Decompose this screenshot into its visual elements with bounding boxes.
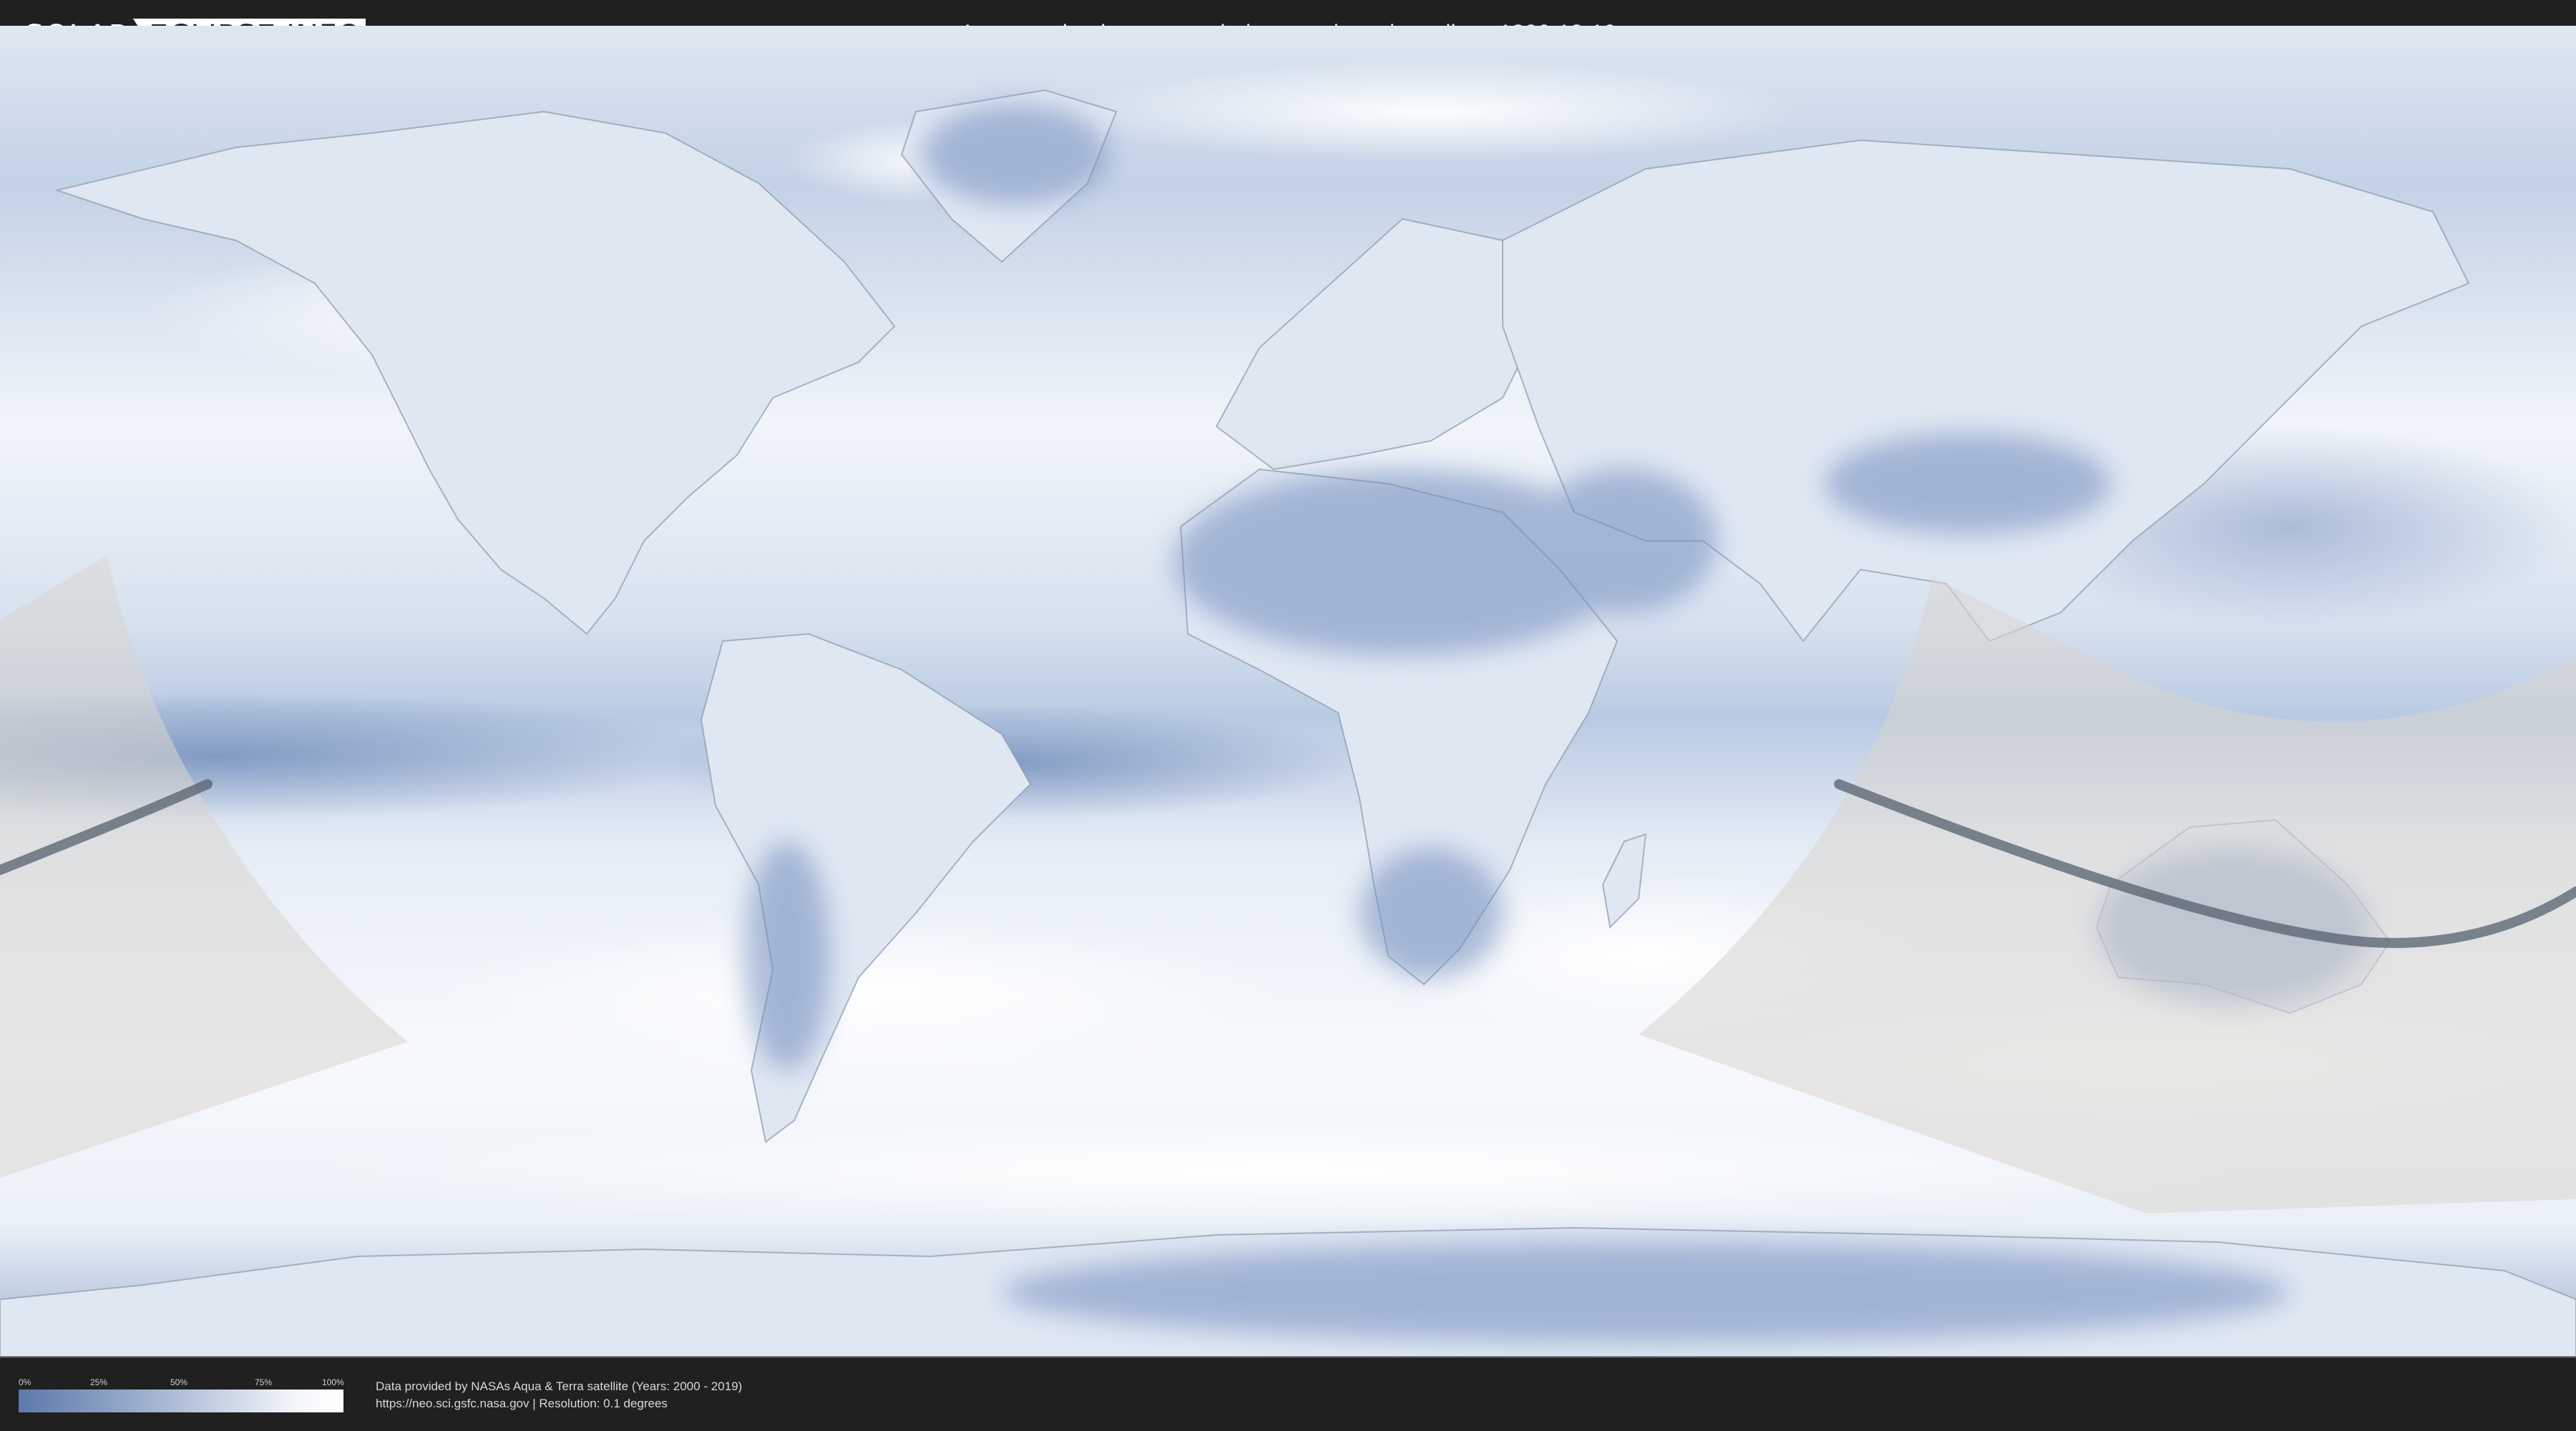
antarctica-low-cloud bbox=[1002, 1242, 2290, 1342]
legend-tick-75: 75% bbox=[255, 1377, 273, 1387]
credits-line-2: https://neo.sci.gsfc.nasa.gov | Resoluti… bbox=[376, 1397, 668, 1410]
tibet-low-cloud bbox=[1825, 434, 2111, 534]
cloud-coverage-legend-bar bbox=[19, 1390, 343, 1412]
arabia-low-cloud bbox=[1531, 469, 1717, 612]
legend-tick-25: 25% bbox=[90, 1377, 108, 1387]
credits-line-1: Data provided by NASAs Aqua & Terra sate… bbox=[376, 1379, 743, 1393]
greenland-low-cloud bbox=[923, 104, 1109, 205]
data-credits: Data provided by NASAs Aqua & Terra sate… bbox=[376, 1378, 742, 1412]
andes-low-cloud bbox=[744, 841, 830, 1070]
legend-tick-100: 100% bbox=[322, 1377, 344, 1387]
legend-ticks: 0% 25% 50% 75% 100% bbox=[19, 1377, 344, 1387]
legend-tick-50: 50% bbox=[170, 1377, 188, 1387]
southern-africa-low-cloud bbox=[1360, 849, 1503, 977]
cloud-coverage-map bbox=[0, 26, 2576, 1357]
legend-tick-0: 0% bbox=[19, 1377, 31, 1387]
